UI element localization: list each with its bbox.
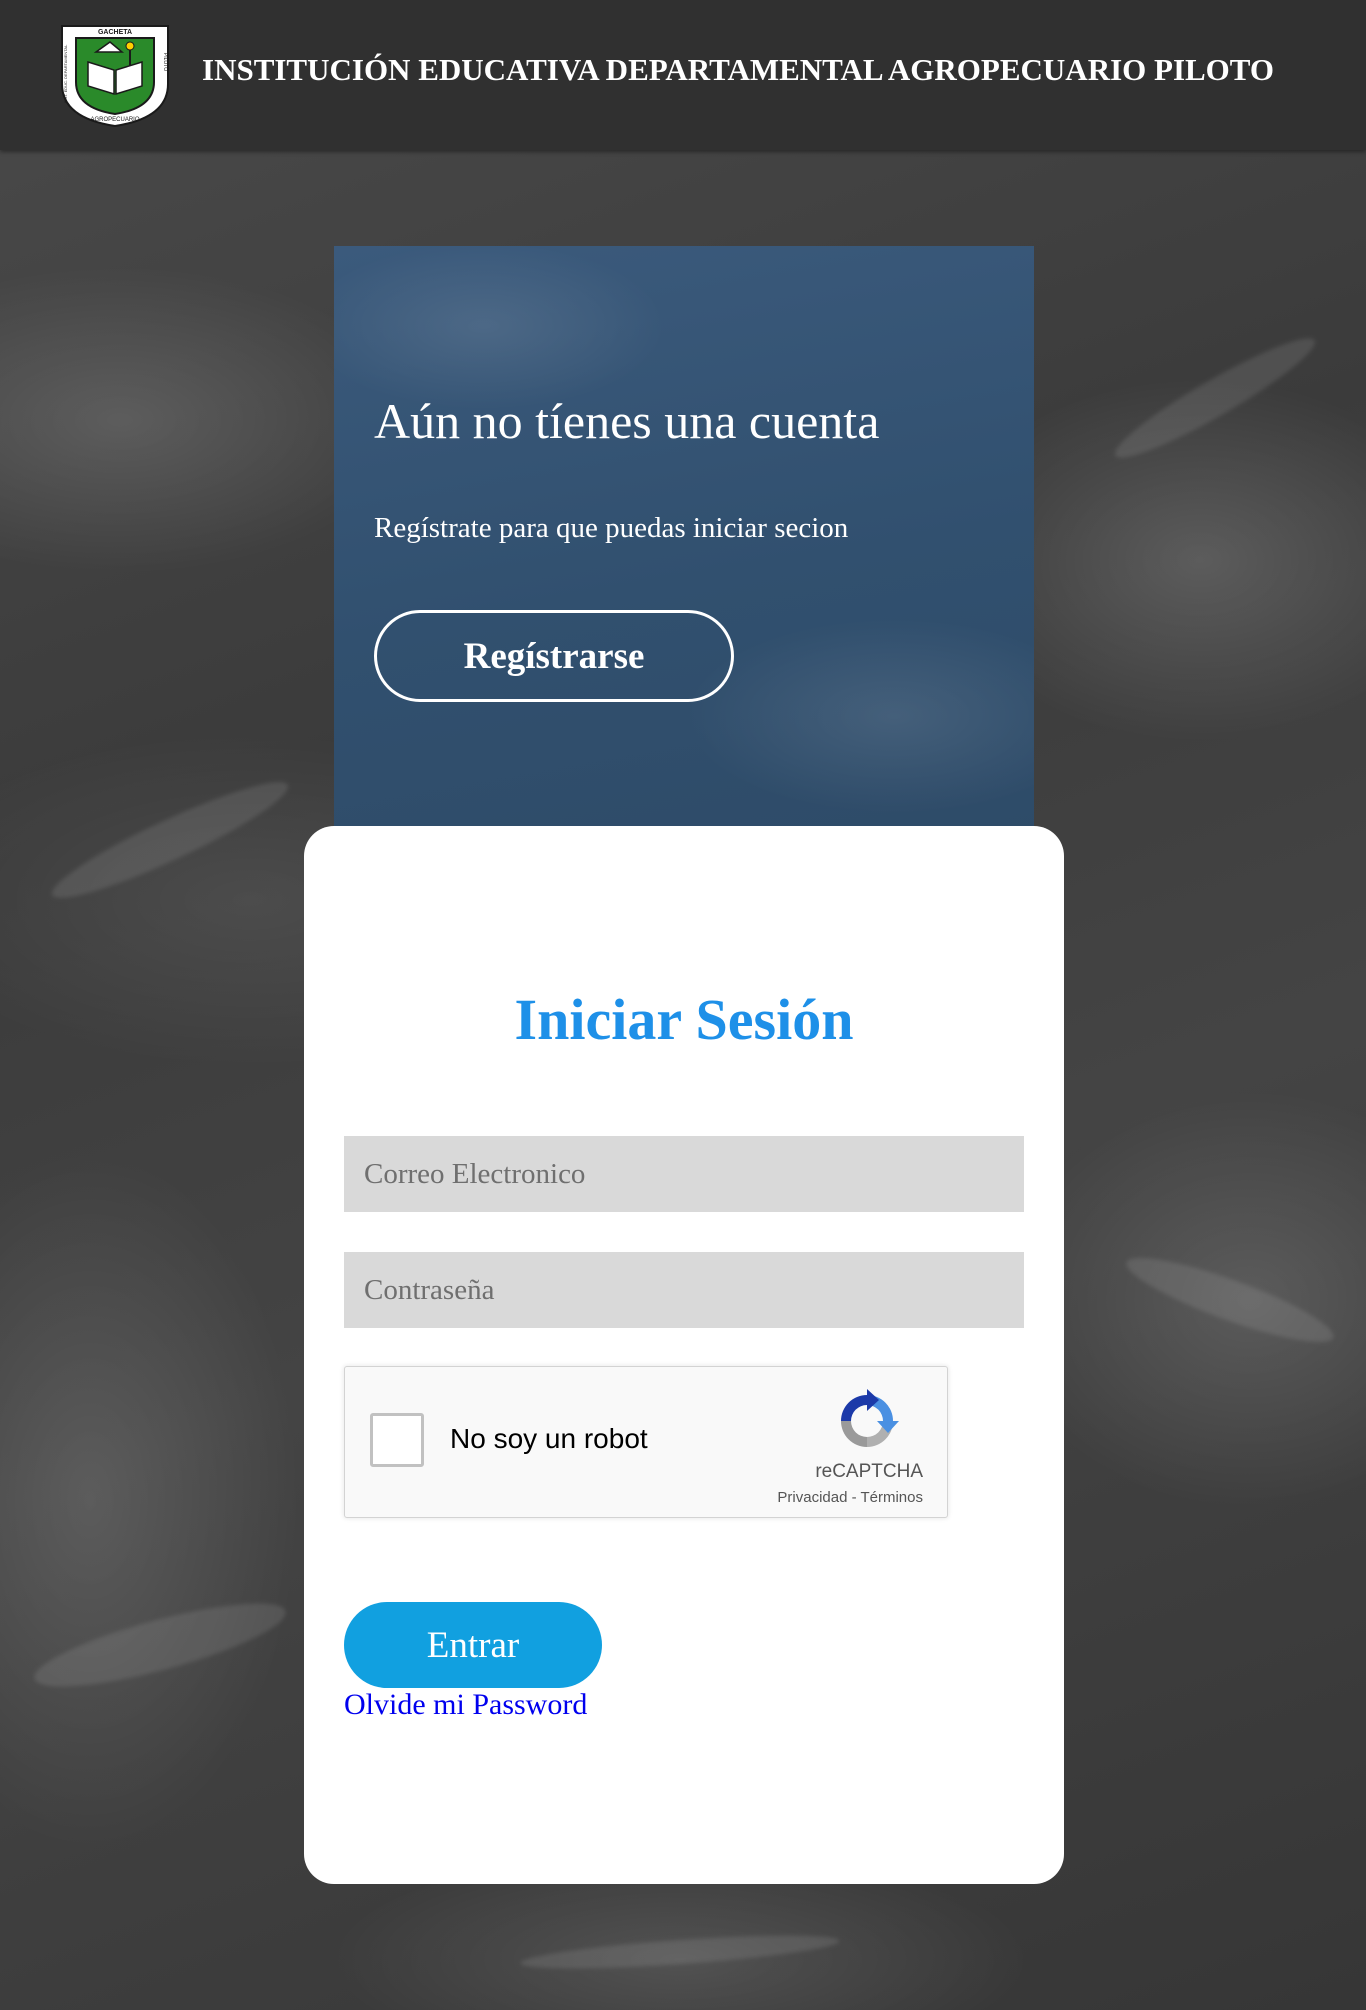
register-panel: Aún no tíenes una cuenta Regístrate para… <box>334 246 1034 846</box>
login-title: Iniciar Sesión <box>514 987 854 1052</box>
chalk-streak <box>43 766 297 914</box>
login-button[interactable]: Entrar <box>344 1602 602 1688</box>
svg-text:PILOTO: PILOTO <box>162 53 168 71</box>
captcha-label: No soy un robot <box>450 1423 648 1454</box>
site-title: INSTITUCIÓN EDUCATIVA DEPARTAMENTAL AGRO… <box>202 52 1275 87</box>
password-field[interactable] <box>344 1252 1024 1328</box>
register-heading: Aún no tíenes una cuenta <box>374 393 880 449</box>
svg-text:AGROPECUARIO: AGROPECUARIO <box>90 117 139 123</box>
recaptcha-icon <box>841 1389 899 1447</box>
forgot-password-link[interactable]: Olvide mi Password <box>344 1688 587 1722</box>
register-description: Regístrate para que puedas iniciar secio… <box>374 512 849 544</box>
chalk-streak <box>519 1928 841 1976</box>
register-button[interactable]: Regístrarse <box>374 610 734 702</box>
svg-text:GACHETA: GACHETA <box>98 29 132 36</box>
chalk-streak <box>1106 324 1324 472</box>
chalk-streak <box>1119 1243 1341 1357</box>
email-field[interactable] <box>344 1136 1024 1212</box>
svg-text:INST. EDUC. DEPARTAMENTAL: INST. EDUC. DEPARTAMENTAL <box>63 44 68 103</box>
captcha-checkbox[interactable] <box>370 1413 424 1467</box>
captcha-links[interactable]: Privacidad - Términos <box>777 1489 923 1506</box>
top-bar: GACHETA PILOTO INST. EDUC. DEPARTAMENTAL… <box>0 0 1366 150</box>
chalk-streak <box>27 1587 293 1703</box>
captcha-brand: reCAPTCHA <box>815 1461 923 1482</box>
school-crest-icon: GACHETA PILOTO INST. EDUC. DEPARTAMENTAL… <box>61 25 169 128</box>
recaptcha-widget: No soy un robot reCAPTCHA Privacidad - T… <box>344 1366 948 1518</box>
login-card: Iniciar Sesión No soy un robot reCAPTCHA… <box>304 826 1064 1884</box>
